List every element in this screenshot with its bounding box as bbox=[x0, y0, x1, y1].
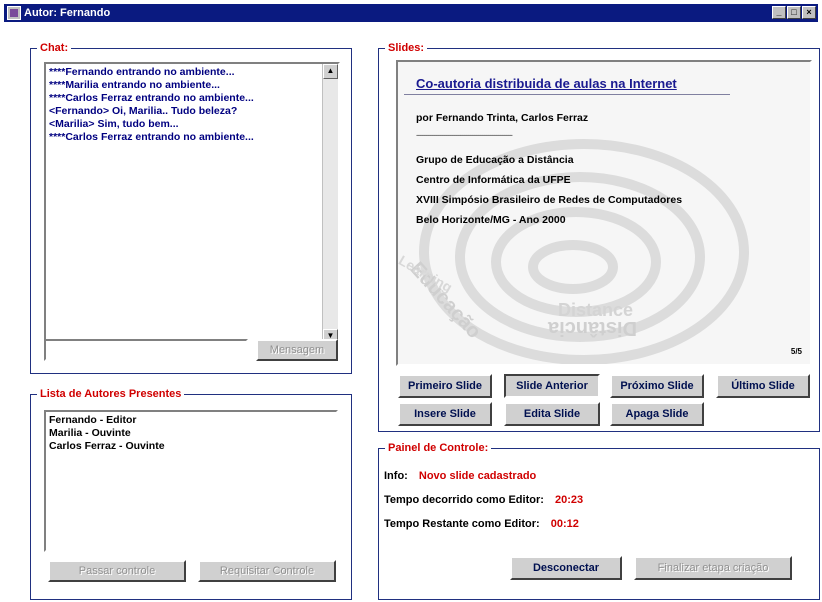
elapsed-label: Tempo decorrido como Editor: bbox=[384, 494, 544, 506]
page-counter: 5/5 bbox=[790, 347, 802, 356]
slide-line: Belo Horizonte/MG - Ano 2000 bbox=[416, 214, 566, 226]
chat-messages: ****Fernando entrando no ambiente... ***… bbox=[49, 66, 254, 144]
slide-line: Grupo de Educação a Distância bbox=[416, 154, 574, 166]
chat-message: ****Carlos Ferraz entrando no ambiente..… bbox=[49, 131, 254, 143]
remaining-row: Tempo Restante como Editor: 00:12 bbox=[384, 518, 579, 530]
title-bar: Autor: Fernando _ □ × bbox=[4, 4, 818, 22]
list-item[interactable]: Carlos Ferraz - Ouvinte bbox=[49, 440, 165, 453]
chat-log[interactable]: ****Fernando entrando no ambiente... ***… bbox=[44, 62, 340, 346]
close-icon[interactable]: × bbox=[802, 6, 816, 19]
chat-legend: Chat: bbox=[40, 42, 69, 54]
watermark-word-distancia: Distância bbox=[548, 317, 637, 339]
info-label: Info: bbox=[384, 470, 408, 482]
elapsed-value: 20:23 bbox=[554, 494, 584, 506]
slide-separator: ----------------------------------------… bbox=[416, 130, 513, 140]
authors-legend: Lista de Autores Presentes bbox=[40, 388, 182, 400]
list-item[interactable]: Fernando - Editor bbox=[49, 414, 165, 427]
window-title: Autor: Fernando bbox=[24, 7, 111, 19]
chat-message: ****Carlos Ferraz entrando no ambiente..… bbox=[49, 92, 254, 104]
pass-control-button[interactable]: Passar controle bbox=[48, 560, 186, 582]
main-window: Chat: ****Fernando entrando no ambiente.… bbox=[4, 22, 820, 600]
slide-title: Co-autoria distribuida de aulas na Inter… bbox=[416, 76, 677, 91]
chat-message: <Marilia> Sim, tudo bem... bbox=[49, 118, 179, 130]
send-message-button[interactable]: Mensagem bbox=[256, 339, 338, 361]
disconnect-button[interactable]: Desconectar bbox=[510, 556, 622, 580]
slide-viewer: Educação Learning Distance Distância Co-… bbox=[396, 60, 812, 366]
authors-list[interactable]: Fernando - Editor Marilia - Ouvinte Carl… bbox=[44, 410, 338, 552]
slides-legend: Slides: bbox=[388, 42, 425, 54]
maximize-icon[interactable]: □ bbox=[787, 6, 801, 19]
edit-slide-button[interactable]: Edita Slide bbox=[504, 402, 600, 426]
remaining-label: Tempo Restante como Editor: bbox=[384, 518, 540, 530]
minimize-icon[interactable]: _ bbox=[772, 6, 786, 19]
chat-message: ****Marilia entrando no ambiente... bbox=[49, 79, 220, 91]
control-legend: Painel de Controle: bbox=[388, 442, 489, 454]
last-slide-button[interactable]: Último Slide bbox=[716, 374, 810, 398]
slide-line: Centro de Informática da UFPE bbox=[416, 174, 571, 186]
slide-authors: por Fernando Trinta, Carlos Ferraz bbox=[416, 112, 589, 124]
chat-message: <Fernando> Oi, Marilia.. Tudo beleza? bbox=[49, 105, 238, 117]
app-icon bbox=[7, 6, 21, 20]
request-control-button[interactable]: Requisitar Controle bbox=[198, 560, 336, 582]
previous-slide-button[interactable]: Slide Anterior bbox=[504, 374, 600, 398]
info-row: Info: Novo slide cadastrado bbox=[384, 470, 536, 482]
insert-slide-button[interactable]: Insere Slide bbox=[398, 402, 492, 426]
next-slide-button[interactable]: Próximo Slide bbox=[610, 374, 704, 398]
first-slide-button[interactable]: Primeiro Slide bbox=[398, 374, 492, 398]
chat-scrollbar[interactable]: ▲ ▼ bbox=[322, 64, 338, 344]
remaining-value: 00:12 bbox=[550, 518, 579, 530]
chat-input[interactable] bbox=[44, 339, 248, 361]
scroll-up-icon[interactable]: ▲ bbox=[323, 64, 338, 79]
info-value: Novo slide cadastrado bbox=[418, 470, 537, 482]
elapsed-row: Tempo decorrido como Editor: 20:23 bbox=[384, 494, 583, 506]
title-rule bbox=[404, 94, 730, 95]
finish-creation-button[interactable]: Finalizar etapa criação bbox=[634, 556, 792, 580]
delete-slide-button[interactable]: Apaga Slide bbox=[610, 402, 704, 426]
chat-message: ****Fernando entrando no ambiente... bbox=[49, 66, 235, 78]
slide-line: XVIII Simpósio Brasileiro de Redes de Co… bbox=[416, 194, 683, 206]
list-item[interactable]: Marilia - Ouvinte bbox=[49, 427, 165, 440]
